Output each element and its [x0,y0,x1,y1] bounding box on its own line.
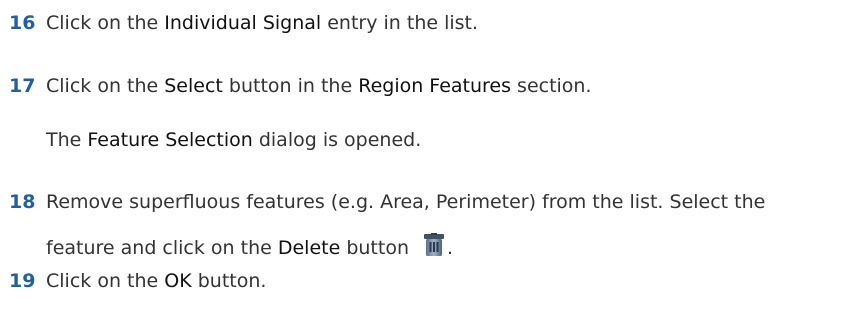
step-text: button [340,237,409,259]
step-number: 19 [9,270,36,292]
step-number: 17 [9,75,36,97]
ui-term-individual-signal: Individual Signal [164,12,322,34]
step-text: Click on the [46,12,165,34]
step-text: button. [191,270,267,292]
step-text: section. [511,75,592,97]
step-text: Click on the [46,75,165,97]
step-text: entry in the list. [321,12,479,34]
step-18: 18 Remove superfluous features (e.g. Area… [9,191,765,213]
ui-term-delete: Delete [277,237,341,259]
trash-icon [421,233,447,257]
ui-term-region-features: Region Features [358,75,511,97]
result-text: The [46,129,88,151]
step-19: 19 Click on the OK button. [9,270,266,292]
ui-term-select: Select [164,75,223,97]
step-18-line-2: feature and click on the Delete button . [46,233,453,259]
step-number: 16 [9,12,36,34]
step-16: 16 Click on the Individual Signal entry i… [9,12,478,34]
ui-term-ok: OK [164,270,192,292]
step-number: 18 [9,191,36,213]
step-text: Remove superfluous features (e.g. Area, … [46,191,766,213]
step-text: . [447,237,454,259]
step-text: button in the [222,75,359,97]
step-text: feature and click on the [46,237,278,259]
result-text: dialog is opened. [252,129,422,151]
step-text: Click on the [46,270,165,292]
step-17: 17 Click on the Select button in the Regi… [9,75,592,97]
step-17-result: The Feature Selection dialog is opened. [46,129,421,151]
ui-term-feature-selection: Feature Selection [87,129,253,151]
